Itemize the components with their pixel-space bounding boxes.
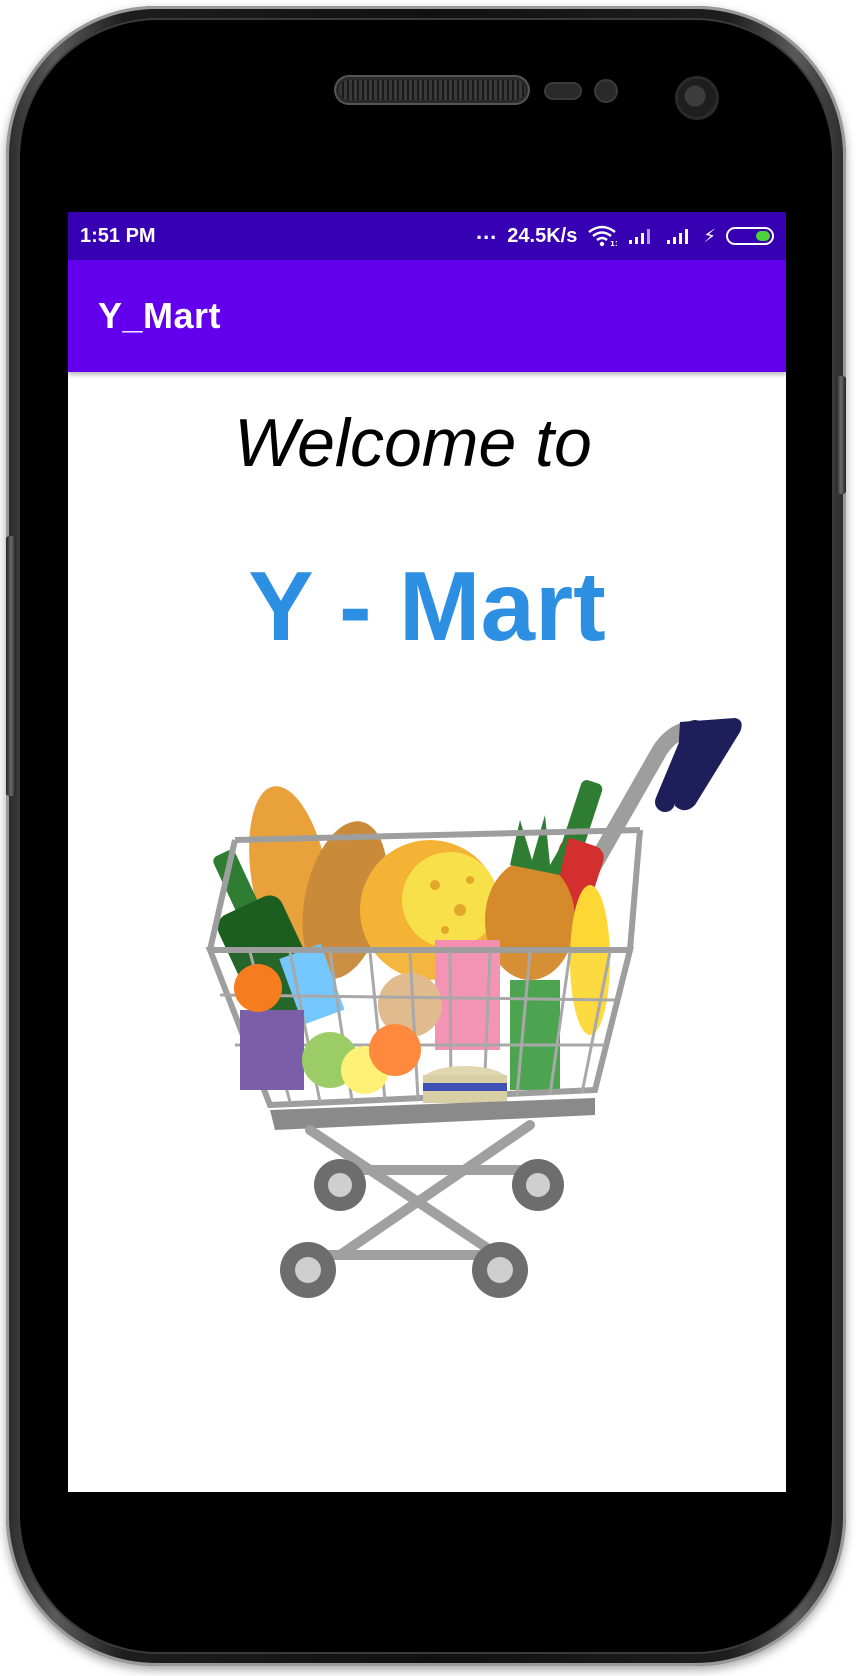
charging-icon: ⚡ (703, 225, 716, 246)
wifi-icon: 11 (588, 225, 617, 247)
svg-text:11: 11 (610, 240, 617, 247)
power-button (836, 376, 846, 494)
signal-icon (667, 229, 689, 244)
app-title: Y_Mart (98, 295, 222, 336)
cart-wheels (280, 1159, 564, 1298)
shopping-cart-icon (205, 718, 742, 1298)
earpiece-speaker (339, 80, 525, 100)
status-time: 1:51 PM (80, 224, 156, 247)
welcome-text: Welcome to (234, 405, 592, 481)
battery-icon (726, 227, 774, 245)
volume-button (6, 536, 16, 796)
status-bar: 1:51 PM ... 24.5K/s 11 (68, 212, 786, 260)
proximity-sensor (546, 84, 580, 98)
front-camera-icon (678, 79, 716, 117)
network-speed: 24.5K/s (507, 224, 578, 247)
light-sensor (596, 81, 616, 101)
app-bar: Y_Mart (68, 260, 786, 372)
battery-level (756, 231, 770, 241)
app-screen: 1:51 PM ... 24.5K/s 11 (68, 212, 786, 1492)
signal-icon (629, 229, 651, 244)
brand-name: Y - Mart (248, 551, 606, 661)
notification-overflow: ... (475, 219, 498, 244)
